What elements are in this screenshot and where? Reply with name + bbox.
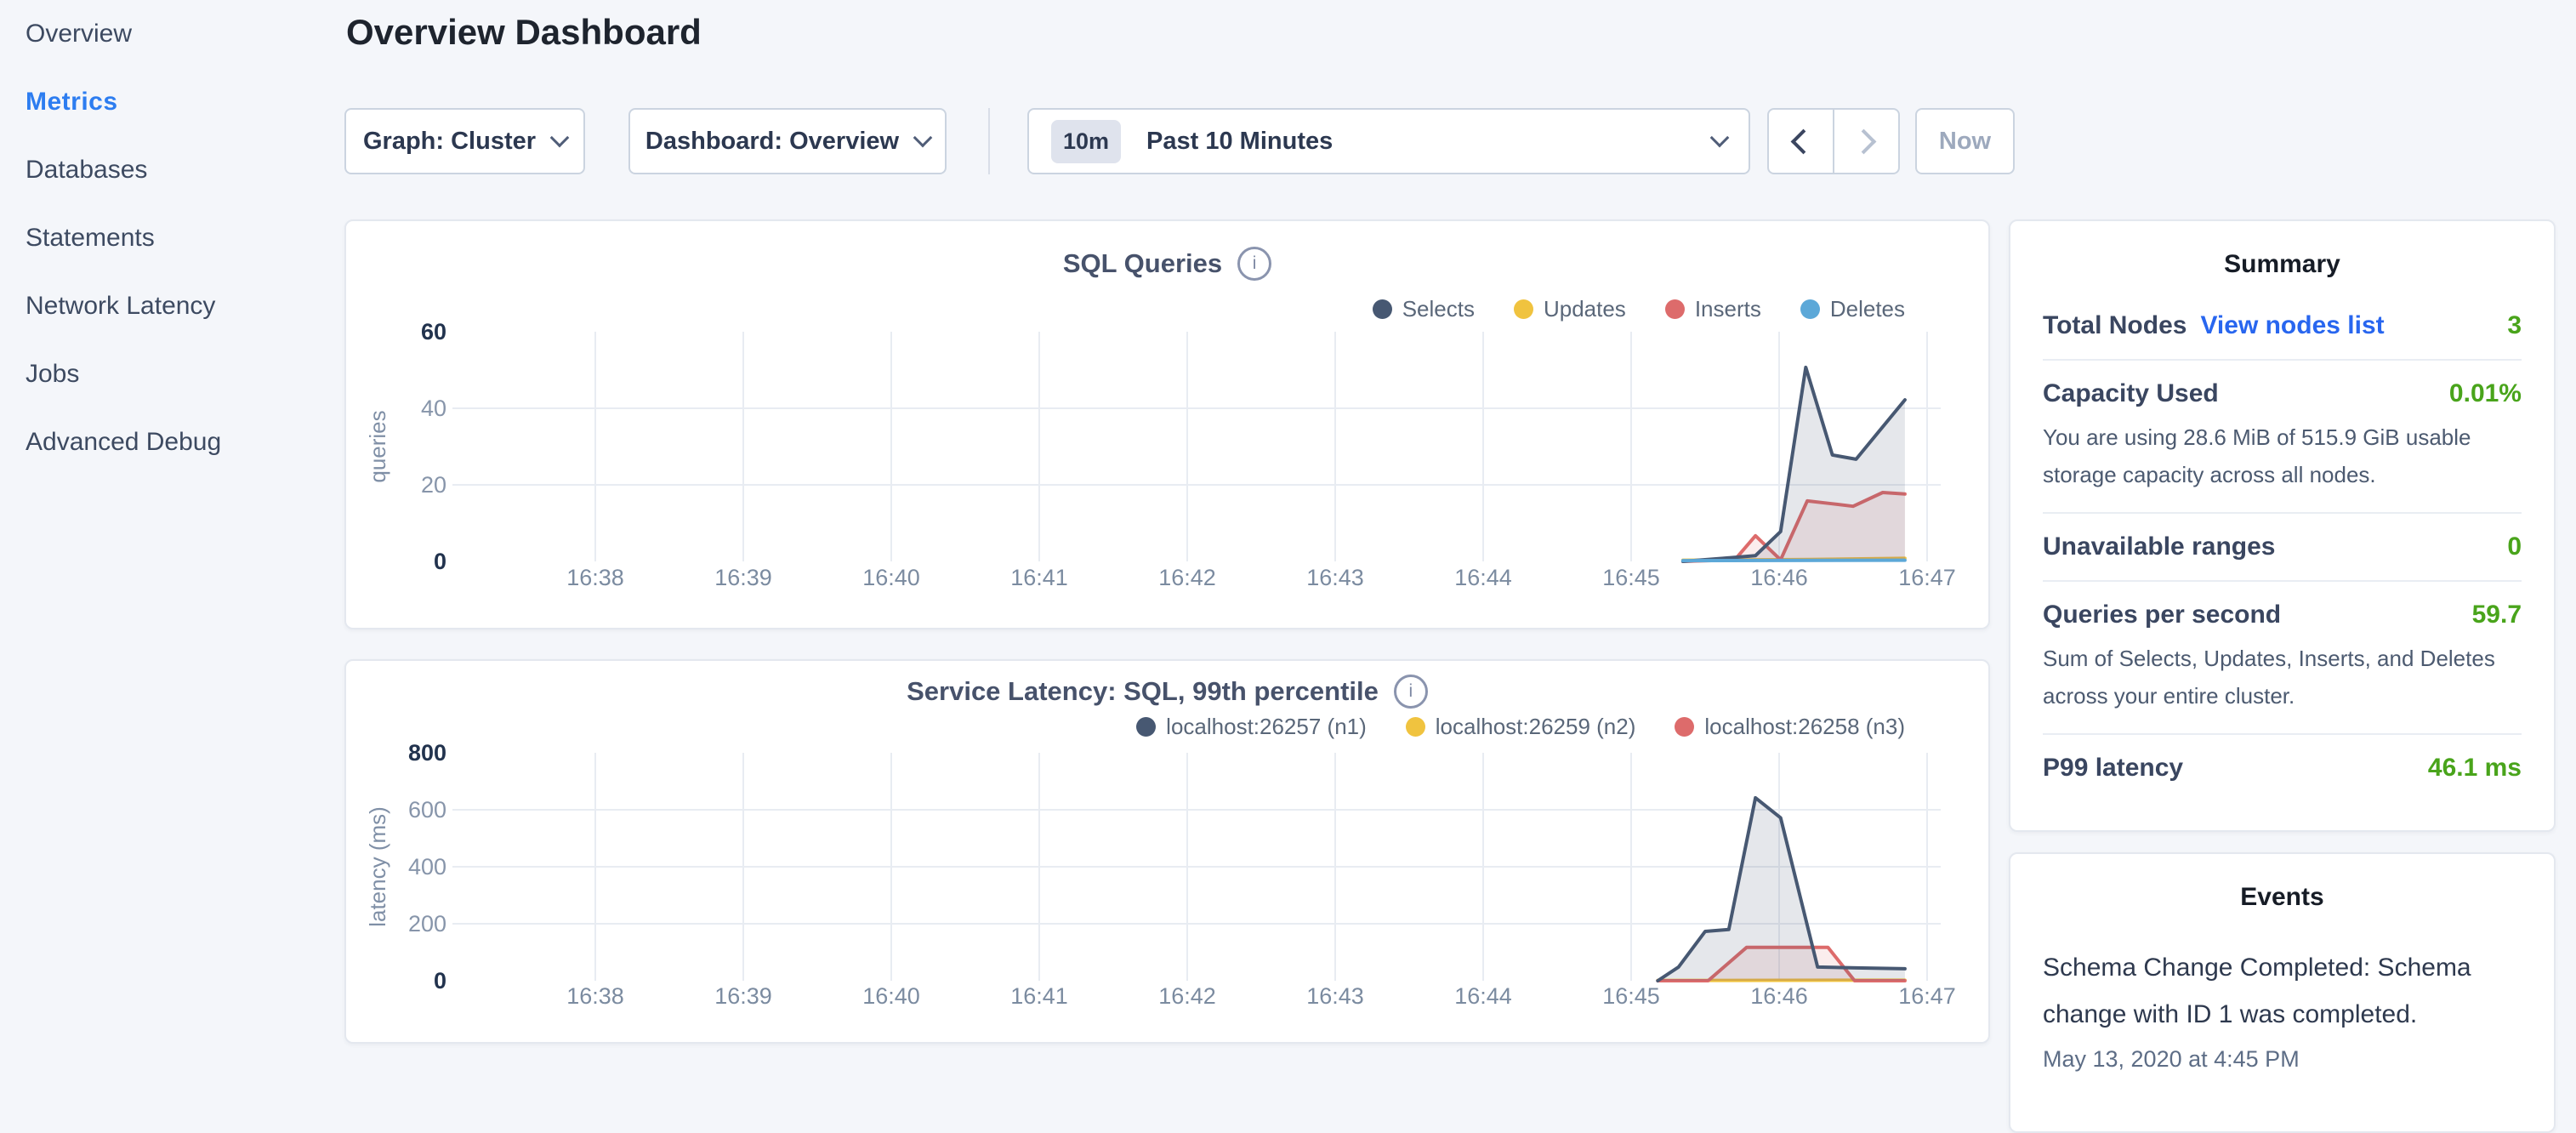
event-item: Schema Change Completed: Schema change w… [2043, 944, 2522, 1073]
events-list: Schema Change Completed: Schema change w… [2043, 944, 2522, 1073]
x-axis-tick-label: 16:42 [1158, 565, 1216, 590]
time-range-picker[interactable]: 10m Past 10 Minutes [1027, 108, 1750, 174]
summary-row-value: 59.7 [2472, 601, 2522, 629]
x-axis-tick-label: 16:47 [1898, 983, 1956, 1009]
prev-range-button[interactable] [1769, 110, 1833, 173]
x-axis-tick-label: 16:38 [566, 983, 624, 1009]
x-axis-tick-label: 16:40 [862, 565, 920, 590]
dashboard-dropdown-label: Dashboard: Overview [645, 128, 899, 156]
series-area [1683, 367, 1905, 561]
y-axis-tick-label: 800 [408, 740, 446, 766]
x-axis-tick-label: 16:47 [1898, 565, 1956, 590]
chevron-down-icon [550, 128, 570, 148]
sidebar-item-network-latency[interactable]: Network Latency [0, 272, 344, 340]
toolbar-divider [988, 108, 990, 174]
summary-row: P99 latency 46.1 ms [2043, 733, 2522, 801]
summary-row: Capacity Used 0.01% You are using 28.6 MiB… [2043, 359, 2522, 512]
y-axis-title: queries [365, 410, 390, 482]
summary-row-label: Queries per second [2043, 601, 2281, 629]
sidebar-item-statements[interactable]: Statements [0, 204, 344, 272]
graph-dropdown[interactable]: Graph: Cluster [344, 108, 585, 174]
service-latency-chart[interactable]: 16:38 16:39 16:40 16:41 16:42 16:43 16:44 16:45… [346, 661, 1992, 1045]
time-range-label: Past 10 Minutes [1146, 128, 1333, 156]
sql-queries-chart-card: SQL Queries i SelectsUpdatesInsertsDelet… [344, 219, 1990, 629]
event-message: Schema Change Completed: Schema change w… [2043, 944, 2522, 1038]
summary-row-value: 3 [2507, 311, 2522, 340]
summary-row: Unavailable ranges 0 [2043, 512, 2522, 580]
summary-panel: Summary Total Nodes View nodes list 3 Capac… [2009, 219, 2556, 832]
summary-row-value: 46.1 ms [2428, 754, 2522, 783]
x-axis-tick-label: 16:41 [1010, 565, 1068, 590]
view-nodes-list-link[interactable]: View nodes list [2200, 311, 2384, 340]
y-axis-tick-label: 40 [421, 396, 446, 421]
page-title: Overview Dashboard [346, 12, 702, 53]
y-axis-tick-label: 600 [408, 797, 446, 823]
x-axis-tick-label: 16:45 [1602, 565, 1660, 590]
main-content: Overview Dashboard Graph: Cluster Dashbo… [344, 0, 1990, 1051]
chevron-down-icon [913, 128, 933, 148]
x-axis-tick-label: 16:38 [566, 565, 624, 590]
toolbar: Graph: Cluster Dashboard: Overview 10m P… [344, 108, 2016, 174]
x-axis-tick-label: 16:43 [1306, 565, 1364, 590]
time-step-buttons [1767, 108, 1900, 174]
x-axis-tick-label: 16:44 [1454, 983, 1512, 1009]
graph-dropdown-label: Graph: Cluster [363, 128, 536, 156]
summary-row-description: You are using 28.6 MiB of 515.9 GiB usab… [2043, 418, 2522, 493]
x-axis-tick-label: 16:41 [1010, 983, 1068, 1009]
next-range-button[interactable] [1833, 110, 1898, 173]
now-button[interactable]: Now [1915, 108, 2015, 174]
chevron-right-icon [1851, 128, 1877, 154]
summary-row-value: 0.01% [2449, 379, 2522, 408]
time-range-badge: 10m [1051, 120, 1121, 163]
service-latency-chart-card: Service Latency: SQL, 99th percentile i … [344, 659, 1990, 1044]
x-axis-tick-label: 16:43 [1306, 983, 1364, 1009]
summary-row: Queries per second 59.7 Sum of Selects, Up… [2043, 580, 2522, 733]
y-axis-tick-label: 60 [421, 319, 446, 344]
y-axis-tick-label: 0 [434, 968, 446, 994]
x-axis-tick-label: 16:45 [1602, 983, 1660, 1009]
x-axis-tick-label: 16:39 [714, 565, 772, 590]
y-axis-tick-label: 0 [434, 549, 446, 574]
x-axis-tick-label: 16:39 [714, 983, 772, 1009]
sidebar-item-databases[interactable]: Databases [0, 136, 344, 204]
y-axis-tick-label: 200 [408, 911, 446, 937]
sidebar-item-jobs[interactable]: Jobs [0, 340, 344, 408]
chevron-left-icon [1791, 128, 1817, 154]
x-axis-tick-label: 16:44 [1454, 565, 1512, 590]
sidebar-item-overview[interactable]: Overview [0, 0, 344, 68]
sql-queries-chart[interactable]: 16:38 16:39 16:40 16:41 16:42 16:43 16:44 16:45… [346, 221, 1992, 631]
y-axis-tick-label: 400 [408, 854, 446, 880]
dashboard-dropdown[interactable]: Dashboard: Overview [628, 108, 947, 174]
events-title: Events [2043, 883, 2522, 912]
summary-row-label: Unavailable ranges [2043, 532, 2275, 561]
summary-row-label: P99 latency [2043, 754, 2183, 783]
x-axis-tick-label: 16:40 [862, 983, 920, 1009]
summary-row: Total Nodes View nodes list 3 [2043, 311, 2522, 359]
chevron-down-icon [1710, 128, 1730, 148]
summary-title: Summary [2043, 250, 2522, 279]
sidebar: OverviewMetricsDatabasesStatementsNetwor… [0, 0, 344, 1051]
events-panel: Events Schema Change Completed: Schema c… [2009, 852, 2556, 1133]
y-axis-tick-label: 20 [421, 472, 446, 498]
summary-row-label: Total Nodes [2043, 311, 2186, 340]
event-timestamp: May 13, 2020 at 4:45 PM [2043, 1046, 2522, 1073]
y-axis-title: latency (ms) [365, 806, 390, 927]
x-axis-tick-label: 16:46 [1750, 983, 1808, 1009]
sidebar-item-metrics[interactable]: Metrics [0, 68, 344, 136]
summary-rows: Total Nodes View nodes list 3 Capacity Used… [2043, 311, 2522, 801]
x-axis-tick-label: 16:42 [1158, 983, 1216, 1009]
summary-row-label: Capacity Used [2043, 379, 2219, 408]
summary-row-description: Sum of Selects, Updates, Inserts, and De… [2043, 640, 2522, 715]
sidebar-item-advanced-debug[interactable]: Advanced Debug [0, 408, 344, 476]
summary-row-value: 0 [2507, 532, 2522, 561]
x-axis-tick-label: 16:46 [1750, 565, 1808, 590]
